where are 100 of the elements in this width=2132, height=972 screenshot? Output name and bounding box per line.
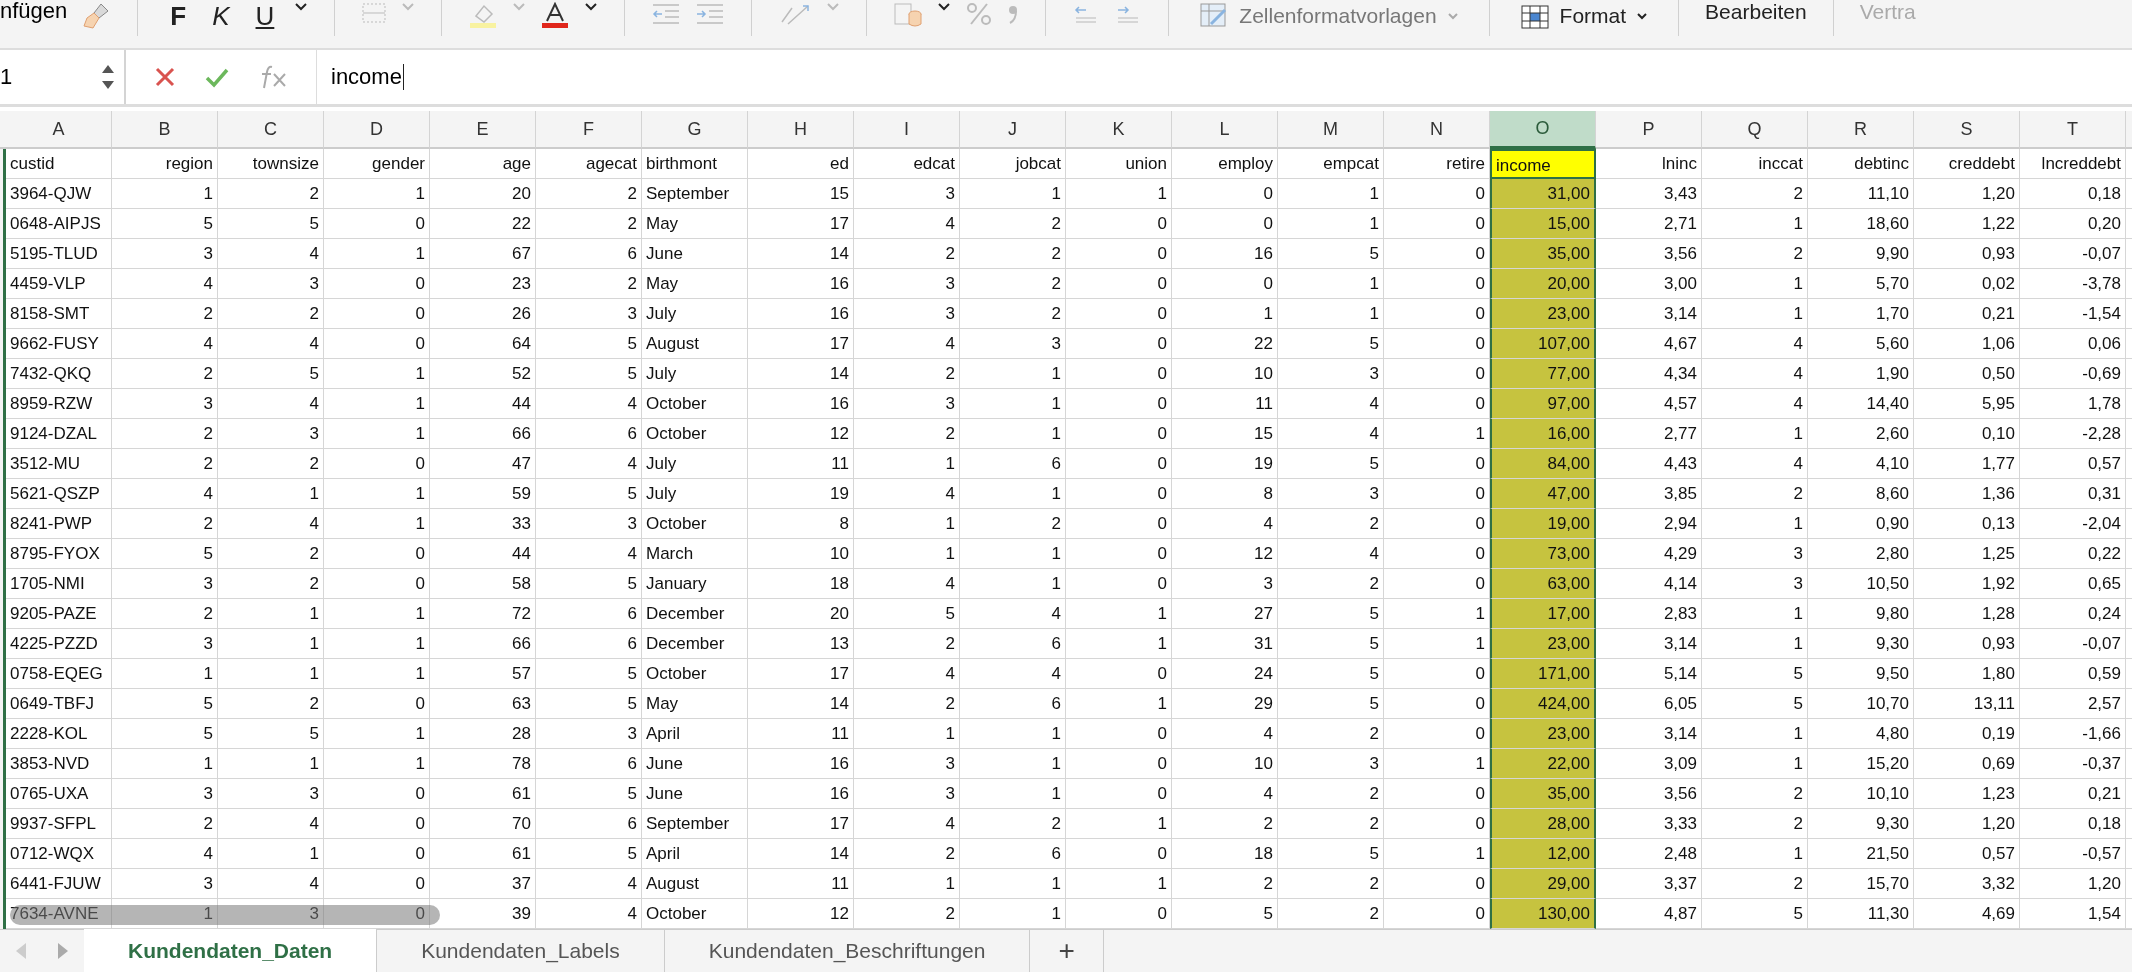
format-dropdown[interactable]: Format <box>1515 2 1653 30</box>
scrollbar[interactable] <box>10 905 440 925</box>
column-header[interactable]: L <box>1172 111 1278 149</box>
decrease-indent-icon[interactable] <box>651 2 682 26</box>
caret-icon[interactable] <box>294 2 309 12</box>
column-header[interactable]: I <box>854 111 960 149</box>
table-cell: 5 <box>536 479 642 509</box>
table-cell: 22,00 <box>1490 749 1596 779</box>
table-cell: 5,14 <box>1596 659 1702 689</box>
table-cell: 59 <box>430 479 536 509</box>
table-cell: 19 <box>1172 449 1278 479</box>
table-cell: October <box>642 509 748 539</box>
table-cell: 23 <box>430 269 536 299</box>
sheet-tab[interactable]: Kundendaten_Beschriftungen <box>664 930 1031 972</box>
table-cell: 11 <box>748 449 854 479</box>
increase-indent-icon[interactable] <box>695 2 726 26</box>
formula-input[interactable]: income <box>316 50 2132 104</box>
confirm-icon[interactable] <box>204 66 230 88</box>
table-cell: 3 <box>854 389 960 419</box>
column-header[interactable]: D <box>324 111 430 149</box>
table-cell: 1 <box>112 659 218 689</box>
previous-sheet-icon[interactable] <box>14 941 28 961</box>
table-cell: 0,06 <box>2020 329 2126 359</box>
table-cell: 63 <box>430 689 536 719</box>
table-cell: 1,06 <box>1914 329 2020 359</box>
table-cell: 1 <box>1278 209 1384 239</box>
cell-styles-dropdown[interactable]: Zellenformatvorlagen <box>1195 2 1463 30</box>
table-cell: creddebt <box>1914 149 2020 179</box>
table-cell: 21,50 <box>1808 839 1914 869</box>
column-header[interactable]: E <box>430 111 536 149</box>
column-header[interactable]: C <box>218 111 324 149</box>
table-cell: 5 <box>1278 329 1384 359</box>
table-cell: 9,90 <box>1808 239 1914 269</box>
column-header[interactable]: O <box>1490 111 1596 149</box>
table-cell: 4 <box>960 599 1066 629</box>
paste-label[interactable]: nfügen <box>0 0 68 22</box>
fill-color-icon[interactable] <box>468 2 499 28</box>
table-cell: 23,00 <box>1490 629 1596 659</box>
edit-label[interactable]: Bearbeiten <box>1705 2 1807 22</box>
table-cell: 1 <box>1702 269 1808 299</box>
column-header[interactable]: G <box>642 111 748 149</box>
table-cell: 0,02 <box>1914 269 2020 299</box>
table-cell: 1 <box>1702 209 1808 239</box>
table-cell: 1,22 <box>1914 209 2020 239</box>
table-cell: 2 <box>218 689 324 719</box>
column-header[interactable]: N <box>1384 111 1490 149</box>
table-cell: 3 <box>218 419 324 449</box>
table-cell: 3,14 <box>1596 719 1702 749</box>
caret-icon[interactable] <box>584 2 599 12</box>
table-cell: 72 <box>430 599 536 629</box>
percent-icon[interactable] <box>965 2 994 26</box>
column-header[interactable]: J <box>960 111 1066 149</box>
sheet-tab[interactable]: Kundendaten_Daten <box>84 929 378 972</box>
table-cell: 29,00 <box>1490 869 1596 899</box>
caret-icon[interactable] <box>937 2 952 12</box>
table-cell: 4 <box>536 539 642 569</box>
table-cell: -1,66 <box>2020 719 2126 749</box>
borders-icon[interactable] <box>361 2 388 24</box>
table-cell: April <box>642 839 748 869</box>
column-header[interactable]: M <box>1278 111 1384 149</box>
table-cell: 4225-PZZD <box>6 629 112 659</box>
column-header[interactable]: T <box>2020 111 2126 149</box>
italic-button[interactable]: K <box>206 2 236 30</box>
name-box[interactable]: 1 <box>0 50 126 104</box>
table-cell: 0 <box>1066 659 1172 689</box>
column-header[interactable]: R <box>1808 111 1914 149</box>
next-sheet-icon[interactable] <box>56 941 70 961</box>
underline-button[interactable]: U <box>249 2 281 30</box>
table-cell: 2 <box>960 239 1066 269</box>
column-header[interactable]: F <box>536 111 642 149</box>
table-cell: 5 <box>1278 689 1384 719</box>
table-cell: 1 <box>854 449 960 479</box>
font-color-icon[interactable] <box>540 2 571 28</box>
column-header[interactable]: K <box>1066 111 1172 149</box>
table-cell: custid <box>6 149 112 179</box>
table-cell: 1 <box>960 389 1066 419</box>
cancel-icon[interactable] <box>154 66 176 88</box>
add-sheet-button[interactable]: + <box>1030 930 1104 972</box>
table-cell: 1 <box>1278 299 1384 329</box>
column-header[interactable]: P <box>1596 111 1702 149</box>
table-cell: 10 <box>1172 749 1278 779</box>
table-cell: 5 <box>112 719 218 749</box>
table-cell: 1,20 <box>2020 869 2126 899</box>
table-cell: 70 <box>430 809 536 839</box>
table-cell: 1 <box>1066 629 1172 659</box>
column-header[interactable]: Q <box>1702 111 1808 149</box>
table-cell: 1 <box>324 389 430 419</box>
column-header[interactable]: B <box>112 111 218 149</box>
bold-button[interactable]: F <box>164 2 193 30</box>
table-cell: 31,00 <box>1490 179 1596 209</box>
table-cell: 14 <box>748 839 854 869</box>
sheet-tab[interactable]: Kundendaten_Labels <box>377 930 665 972</box>
column-header[interactable]: A <box>6 111 112 149</box>
table-cell: 2 <box>1278 809 1384 839</box>
column-header[interactable]: H <box>748 111 854 149</box>
table-cell: 0 <box>1066 509 1172 539</box>
table-cell: 1 <box>324 479 430 509</box>
database-icon[interactable] <box>893 2 924 28</box>
column-header[interactable]: S <box>1914 111 2020 149</box>
table-cell: 9937-SFPL <box>6 809 112 839</box>
